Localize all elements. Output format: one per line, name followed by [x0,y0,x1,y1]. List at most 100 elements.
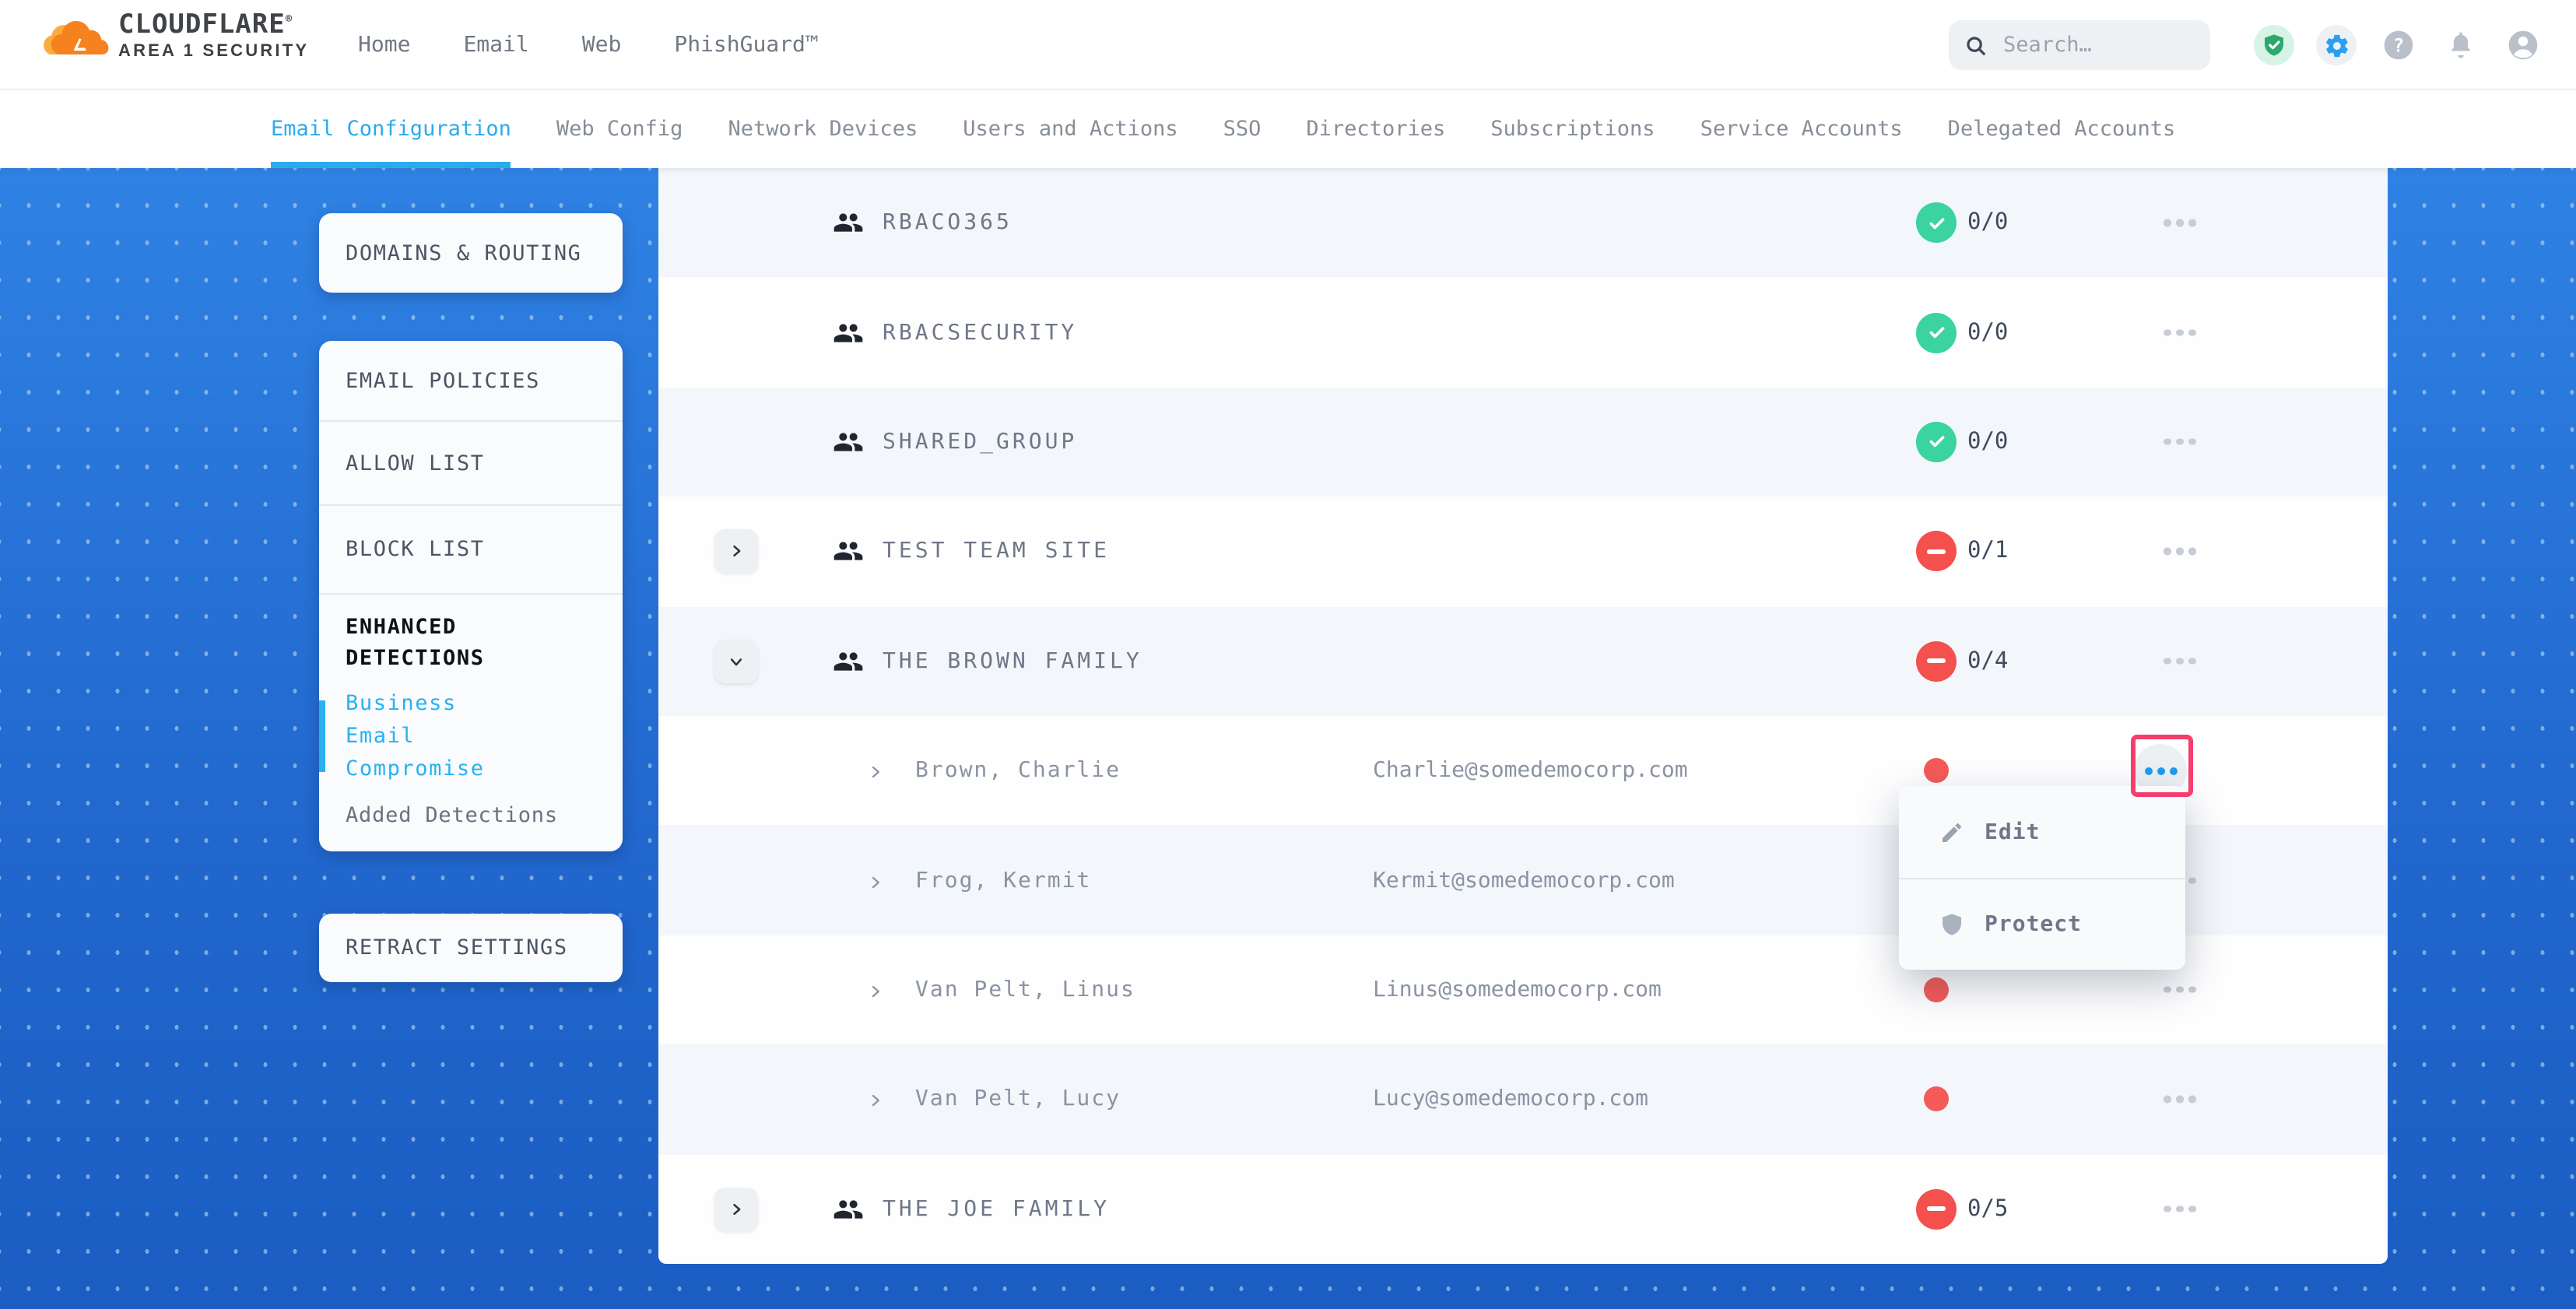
sidebar-item-block-list[interactable]: BLOCK LIST [319,506,623,595]
chevron-right-icon[interactable] [869,756,883,785]
user-email: Linus@somedemocorp.com [1373,977,1662,1002]
protected-count: 0/1 [1967,539,2008,564]
chevron-right-icon[interactable] [869,975,883,1005]
group-icon [833,207,864,238]
sidebar-item-domains-routing[interactable]: DOMAINS & ROUTING [319,213,623,293]
topbar-icons: ? [2254,0,2543,90]
cloudflare-logo[interactable]: CLOUDFLARE® AREA 1 SECURITY [40,11,309,61]
status-blocked-icon [1916,641,1957,682]
group-icon [833,1193,864,1224]
group-name: SHARED_GROUP [883,430,1077,454]
table-row-group[interactable]: RBACSECURITY 0/0 [658,278,2388,388]
row-menu-button[interactable] [2164,1096,2195,1103]
user-name: Van Pelt, Linus [915,977,1135,1002]
sidebar-item-retract-settings[interactable]: RETRACT SETTINGS [319,914,623,982]
user-email: Kermit@somedemocorp.com [1373,868,1675,893]
table-row-group[interactable]: TEST TEAM SITE 0/1 [658,497,2388,606]
user-name: Van Pelt, Lucy [915,1087,1121,1112]
settings-gear-icon[interactable] [2316,25,2357,65]
status-blocked-icon [1916,1188,1957,1229]
menu-item-edit[interactable]: Edit [1899,786,2185,878]
row-menu-button[interactable] [2164,986,2195,993]
group-icon [833,426,864,458]
cloudflare-cloud-icon [40,14,109,61]
sidebar-item-business-email-compromise[interactable]: Business Email Compromise [319,691,623,781]
protected-count: 0/0 [1967,210,2008,235]
table-row-group[interactable]: THE BROWN FAMILY 0/4 [658,606,2388,716]
search-input[interactable] [2000,31,2195,59]
user-email: Charlie@somedemocorp.com [1373,758,1688,783]
table-row-group[interactable]: RBACO365 0/0 [658,168,2388,278]
search-box[interactable] [1949,20,2210,70]
nav-item-email[interactable]: Email [463,33,528,58]
chevron-right-icon[interactable] [869,865,883,895]
status-alert-dot [1924,758,1949,783]
row-context-menu: Edit Protect [1899,786,2185,970]
tab-service-accounts[interactable]: Service Accounts [1700,90,1903,168]
expand-row-button[interactable] [714,530,758,574]
group-icon [833,646,864,677]
tab-directories[interactable]: Directories [1306,90,1445,168]
row-menu-button[interactable] [2164,1205,2195,1212]
protected-count: 0/0 [1967,430,2008,454]
user-account-icon[interactable] [2503,25,2543,65]
table-row-group[interactable]: THE JOE FAMILY 0/5 [658,1154,2388,1264]
collapse-row-button[interactable] [714,640,758,683]
secondary-nav: Email Configuration Web Config Network D… [0,90,2576,168]
shield-check-icon[interactable] [2254,25,2294,65]
status-ok-icon [1916,202,1957,243]
nav-item-home[interactable]: Home [358,33,410,58]
nav-item-web[interactable]: Web [582,33,622,58]
tab-email-configuration[interactable]: Email Configuration [271,90,511,168]
sidebar-item-added-detections[interactable]: Added Detections [319,781,623,850]
row-menu-button[interactable] [2164,219,2195,226]
row-menu-button[interactable] [2164,658,2195,665]
table-row-user[interactable]: Van Pelt, Lucy Lucy@somedemocorp.com [658,1044,2388,1154]
tab-delegated-accounts[interactable]: Delegated Accounts [1948,90,2176,168]
expand-row-button[interactable] [714,1187,758,1230]
protected-count: 0/0 [1967,320,2008,345]
svg-text:?: ? [2393,34,2404,56]
brand-wordmark: CLOUDFLARE® [118,11,309,39]
row-menu-button[interactable] [2164,438,2195,445]
pencil-icon [1939,819,1964,844]
app-window: CLOUDFLARE® AREA 1 SECURITY Home Email W… [0,0,2576,1309]
chevron-down-icon [728,654,744,669]
sidebar-card-domains: DOMAINS & ROUTING [319,213,623,293]
group-icon [833,536,864,567]
row-menu-button[interactable] [2164,329,2195,336]
help-icon[interactable]: ? [2378,25,2419,65]
brand-subtitle: AREA 1 SECURITY [118,44,309,61]
tab-web-config[interactable]: Web Config [556,90,683,168]
status-ok-icon [1916,422,1957,462]
top-bar: CLOUDFLARE® AREA 1 SECURITY Home Email W… [0,0,2576,90]
nav-item-phishguard[interactable]: PhishGuard™ [674,33,818,58]
user-name: Frog, Kermit [915,868,1091,893]
tab-subscriptions[interactable]: Subscriptions [1490,90,1655,168]
protected-count: 0/5 [1967,1196,2008,1221]
sidebar-item-email-policies[interactable]: EMAIL POLICIES [319,341,623,422]
table-row-group[interactable]: SHARED_GROUP 0/0 [658,388,2388,497]
notifications-bell-icon[interactable] [2441,25,2481,65]
status-alert-dot [1924,1087,1949,1112]
tab-network-devices[interactable]: Network Devices [728,90,918,168]
group-name: RBACO365 [883,210,1013,235]
sidebar-item-allow-list[interactable]: ALLOW LIST [319,422,623,506]
page-background: DOMAINS & ROUTING EMAIL POLICIES ALLOW L… [0,168,2576,1309]
group-name: TEST TEAM SITE [883,539,1110,564]
status-alert-dot [1924,977,1949,1002]
sidebar-item-enhanced-detections[interactable]: ENHANCED DETECTIONS [319,595,623,691]
status-blocked-icon [1916,532,1957,572]
chevron-right-icon [728,544,744,560]
chevron-right-icon [728,1201,744,1216]
tab-users-and-actions[interactable]: Users and Actions [963,90,1177,168]
group-name: RBACSECURITY [883,320,1077,345]
group-name: THE JOE FAMILY [883,1196,1110,1221]
chevron-right-icon[interactable] [869,1085,883,1114]
protected-count: 0/4 [1967,649,2008,674]
row-menu-button[interactable] [2164,548,2195,555]
shield-icon [1939,912,1964,937]
tab-sso[interactable]: SSO [1223,90,1262,168]
menu-item-protect[interactable]: Protect [1899,878,2185,970]
user-email: Lucy@somedemocorp.com [1373,1087,1648,1112]
